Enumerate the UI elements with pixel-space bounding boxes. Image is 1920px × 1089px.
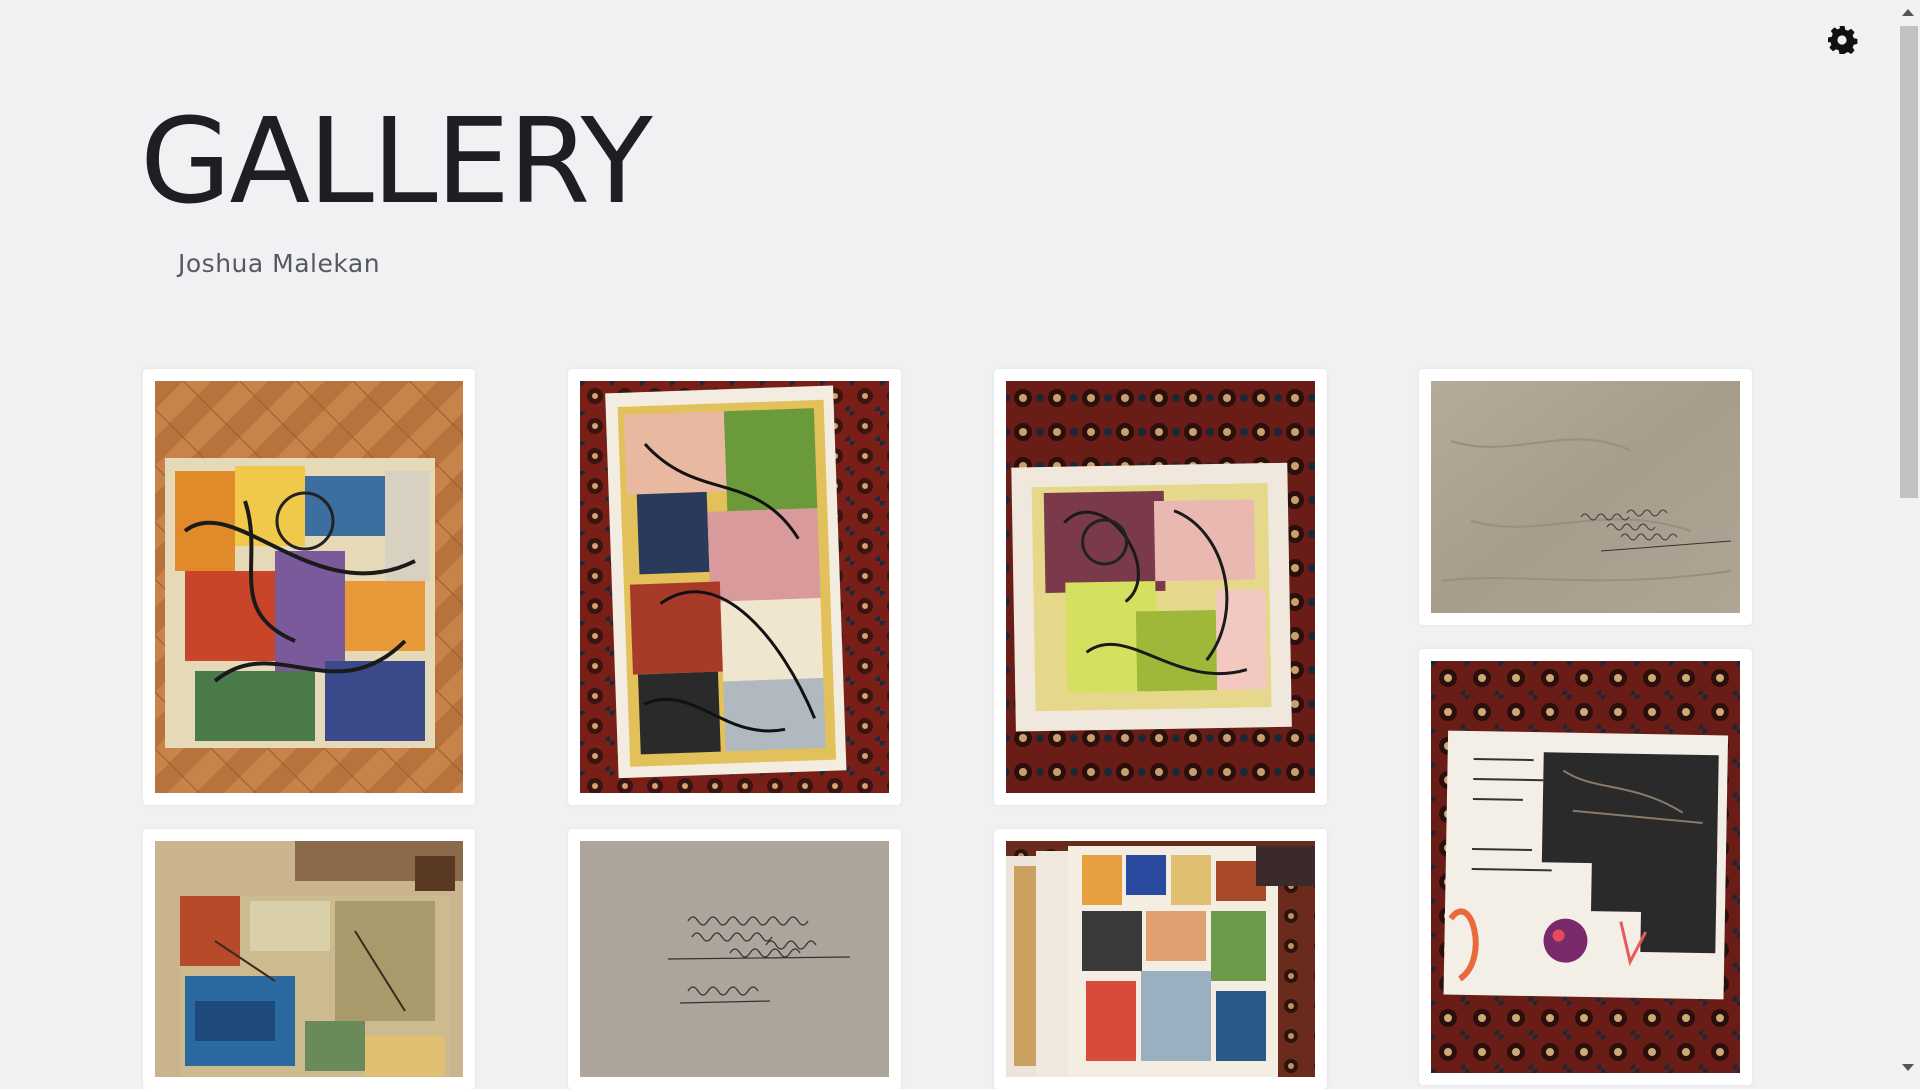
artwork-image (1006, 841, 1315, 1077)
artwork-image (580, 841, 889, 1077)
page-title: GALLERY (140, 92, 653, 230)
gallery-card[interactable] (1419, 649, 1752, 1085)
settings-button[interactable] (1826, 24, 1858, 56)
scroll-up-arrow-icon[interactable] (1902, 9, 1914, 16)
gallery-card[interactable] (568, 829, 901, 1089)
gear-icon (1828, 26, 1858, 54)
gallery-card[interactable] (568, 369, 901, 805)
scroll-down-arrow-icon[interactable] (1902, 1064, 1914, 1071)
vertical-scrollbar[interactable] (1896, 0, 1920, 1080)
artwork-image (155, 381, 463, 793)
gallery-card[interactable] (994, 369, 1327, 805)
artwork-image (155, 841, 463, 1077)
artwork-image (1431, 381, 1740, 613)
artwork-image (1431, 661, 1740, 1073)
scroll-thumb[interactable] (1900, 26, 1918, 498)
gallery-card[interactable] (994, 829, 1327, 1089)
artwork-image (580, 381, 889, 793)
gallery-card[interactable] (1419, 369, 1752, 625)
gallery-card[interactable] (143, 829, 475, 1089)
artwork-image (1006, 381, 1315, 793)
author-name: Joshua Malekan (178, 249, 381, 278)
gallery-card[interactable] (143, 369, 475, 805)
